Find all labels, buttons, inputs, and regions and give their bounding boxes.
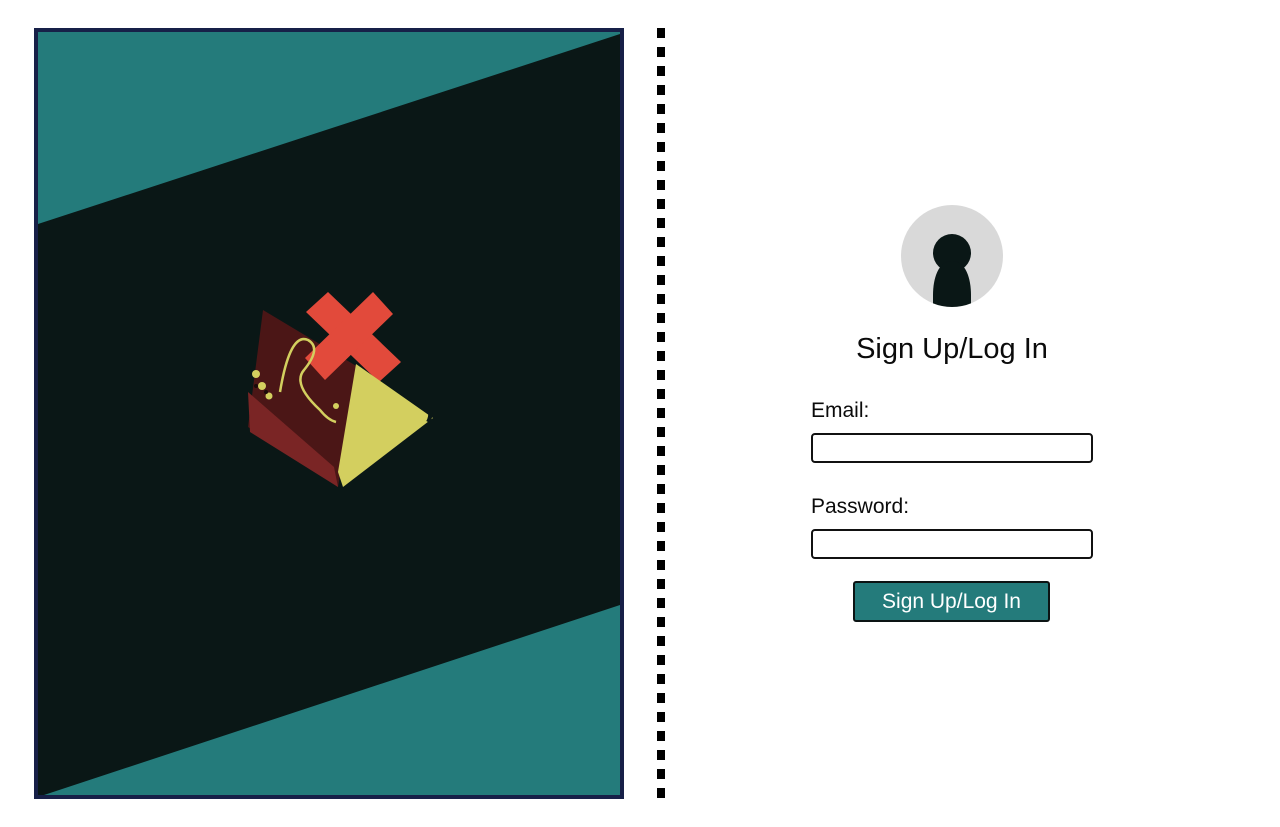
user-icon — [933, 234, 971, 307]
hero-illustration-panel — [34, 28, 624, 799]
hero-illustration — [38, 32, 620, 795]
dashed-divider — [657, 28, 665, 799]
email-label: Email: — [811, 399, 870, 422]
page-title: Sign Up/Log In — [856, 333, 1048, 365]
password-field[interactable] — [811, 529, 1093, 559]
user-avatar — [901, 205, 1003, 307]
password-label: Password: — [811, 495, 910, 518]
email-field[interactable] — [811, 433, 1093, 463]
sign-up-log-in-button[interactable]: Sign Up/Log In — [853, 581, 1050, 622]
